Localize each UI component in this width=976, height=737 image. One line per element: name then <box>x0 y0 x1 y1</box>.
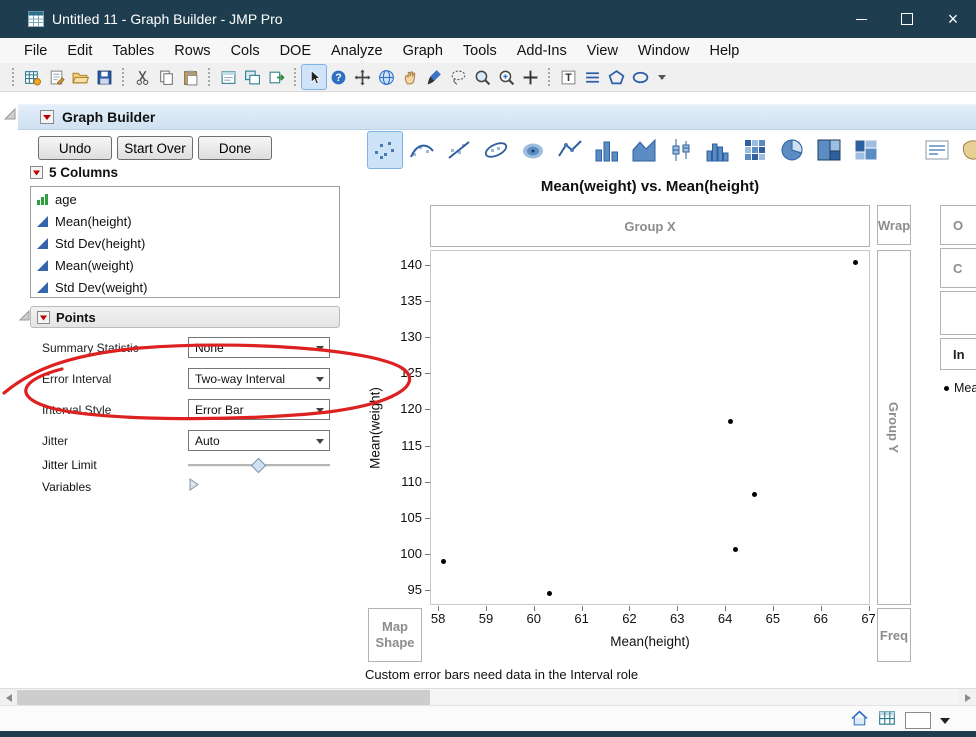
arrow-left-icon <box>5 693 12 702</box>
y-tick-mark <box>425 553 430 555</box>
legend-marker-icon <box>944 385 949 391</box>
zone-label: In <box>953 346 965 362</box>
window-box-button[interactable] <box>905 712 931 729</box>
scrollbar-thumb[interactable] <box>17 690 430 705</box>
legend-label: Mea <box>954 381 976 395</box>
x-tick-label: 67 <box>861 611 876 626</box>
arrow-right-icon <box>964 693 971 702</box>
y-tick-mark <box>425 301 430 303</box>
drop-zone-map-shape[interactable]: Map Shape <box>368 608 422 662</box>
y-tick-label: 115 <box>401 437 422 453</box>
jmp-window: Untitled 11 - Graph Builder - JMP Pro × … <box>0 0 976 737</box>
zone-label: C <box>953 260 963 276</box>
data-point[interactable] <box>752 491 758 497</box>
plot-area[interactable] <box>430 250 870 605</box>
x-tick-mark <box>485 606 487 611</box>
drop-zone-right-clipped-2[interactable]: C <box>940 248 976 288</box>
data-table-grid-icon[interactable] <box>878 709 896 732</box>
y-tick-label: 100 <box>400 545 422 561</box>
dropdown-arrow-icon[interactable] <box>940 717 950 724</box>
y-tick-mark <box>425 589 430 591</box>
x-tick-label: 65 <box>765 611 781 626</box>
drop-zone-group-y[interactable]: Group Y <box>877 250 911 605</box>
y-tick-mark <box>425 373 430 375</box>
x-tick-label: 66 <box>813 611 828 626</box>
y-tick-mark <box>425 337 430 339</box>
y-tick-label: 135 <box>400 293 422 309</box>
data-point[interactable] <box>728 418 734 424</box>
scroll-right-button[interactable] <box>959 689 976 706</box>
data-point[interactable] <box>852 260 858 266</box>
data-point[interactable] <box>546 590 552 596</box>
y-tick-label: 110 <box>401 473 422 489</box>
x-tick-mark <box>581 606 583 611</box>
y-tick-label: 120 <box>400 401 422 417</box>
status-bar <box>0 705 976 731</box>
x-tick-label: 64 <box>717 611 733 626</box>
data-point[interactable] <box>733 547 739 553</box>
zone-label: O <box>953 217 964 233</box>
x-tick-mark <box>868 606 870 611</box>
x-tick-mark <box>629 606 631 611</box>
x-tick-mark <box>533 606 535 611</box>
y-tick-mark <box>425 265 430 267</box>
drop-zone-group-x[interactable]: Group X <box>430 205 870 247</box>
x-tick-label: 58 <box>430 611 446 626</box>
y-tick-mark <box>425 445 430 447</box>
y-tick-mark <box>425 409 430 411</box>
y-tick-label: 105 <box>400 509 422 525</box>
status-note: Custom error bars need data in the Inter… <box>365 667 639 682</box>
home-icon[interactable] <box>850 709 869 732</box>
y-tick-label: 130 <box>400 329 422 345</box>
zone-label: Map Shape <box>375 618 415 650</box>
drop-zone-wrap[interactable]: Wrap <box>877 205 911 245</box>
x-tick-mark <box>438 606 440 611</box>
zone-label: Group X <box>624 218 676 234</box>
x-tick-mark <box>772 606 774 611</box>
y-tick-label: 125 <box>400 365 422 381</box>
y-tick-mark <box>425 481 430 483</box>
horizontal-scrollbar[interactable] <box>0 688 976 706</box>
data-point[interactable] <box>441 559 447 565</box>
x-tick-label: 59 <box>478 611 494 626</box>
y-tick-label: 140 <box>400 257 422 273</box>
chart-area: Mean(weight) vs. Mean(height) Group X Wr… <box>0 0 976 737</box>
y-tick-label: 95 <box>407 581 422 597</box>
drop-zone-right-clipped-3[interactable] <box>940 291 976 335</box>
scroll-left-button[interactable] <box>0 689 17 706</box>
x-tick-label: 61 <box>574 611 589 626</box>
y-tick-mark <box>425 517 430 519</box>
drop-zone-right-clipped-4[interactable]: In <box>940 338 976 370</box>
x-tick-label: 62 <box>622 611 637 626</box>
y-axis-label: Mean(weight) <box>367 387 383 469</box>
x-tick-mark <box>725 606 727 611</box>
zone-label: Freq <box>879 627 909 643</box>
x-tick-mark <box>677 606 679 611</box>
zone-label: Group Y <box>886 401 902 454</box>
window-edge-strip <box>0 731 976 737</box>
x-tick-mark <box>820 606 822 611</box>
x-tick-label: 60 <box>526 611 542 626</box>
chart-title: Mean(weight) vs. Mean(height) <box>540 178 760 195</box>
drop-zone-right-clipped-1[interactable]: O <box>940 205 976 245</box>
x-axis-label: Mean(height) <box>610 634 690 649</box>
zone-label: Wrap <box>877 217 911 233</box>
x-tick-label: 63 <box>670 611 685 626</box>
legend-item: Mea <box>944 381 976 395</box>
